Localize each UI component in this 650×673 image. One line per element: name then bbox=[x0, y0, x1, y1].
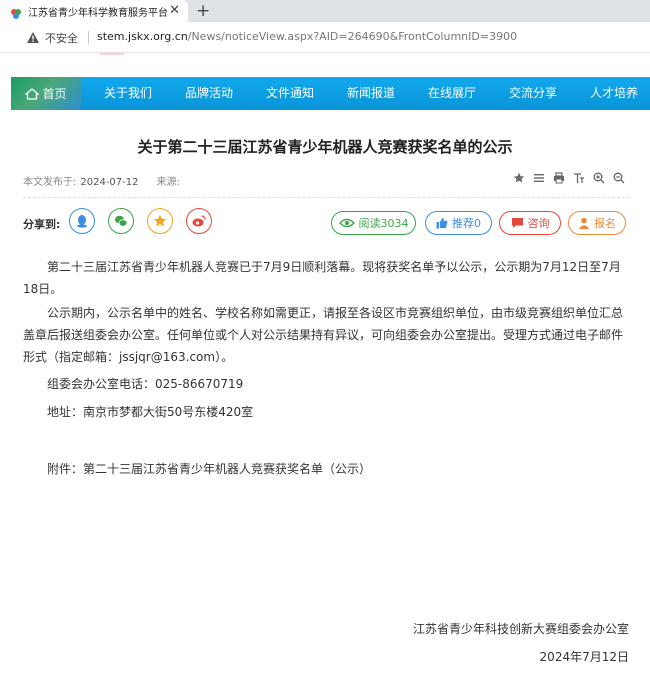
qzone-star-icon bbox=[153, 214, 167, 227]
article-paragraph: 附件：第二十三届江苏省青少年机器人竞赛获奖名单（公示） bbox=[23, 458, 630, 480]
eye-icon bbox=[338, 218, 355, 228]
nav-item-label: 首页 bbox=[42, 87, 67, 101]
thumbs-up-icon bbox=[436, 217, 448, 229]
star-icon[interactable] bbox=[513, 172, 525, 184]
security-label[interactable]: 不安全 bbox=[45, 30, 78, 46]
signup-label: 报名 bbox=[594, 217, 616, 230]
share-label: 分享到: bbox=[23, 218, 61, 231]
browser-tab-bar: 江苏省青少年科学教育服务平台 ✕ + bbox=[0, 0, 650, 22]
nav-item-home[interactable]: 首页 bbox=[11, 77, 81, 110]
banner-remnant bbox=[100, 52, 124, 55]
contact-address: 地址：南京市梦都大街50号东楼420室 bbox=[47, 405, 254, 419]
nav-item-exhibition[interactable]: 在线展厅 bbox=[428, 77, 476, 110]
recommend-label: 推荐0 bbox=[452, 217, 481, 230]
consult-button[interactable]: 咨询 bbox=[499, 211, 561, 235]
article-tools bbox=[513, 172, 625, 184]
new-tab-icon[interactable]: + bbox=[196, 0, 210, 22]
divider bbox=[23, 197, 630, 198]
address-bar[interactable]: 不安全 stem.jskx.org.cn/News/noticeView.asp… bbox=[0, 22, 650, 53]
close-tab-icon[interactable]: ✕ bbox=[169, 3, 180, 18]
signup-button[interactable]: 报名 bbox=[568, 211, 626, 235]
article-paragraph: 公示期内，公示名单中的姓名、学校名称如需更正，请报至各设区市竞赛组织单位，由市级… bbox=[23, 302, 630, 368]
home-icon bbox=[25, 87, 40, 100]
divider bbox=[88, 31, 89, 44]
article-paragraph: 组委会办公室电话：025-86670719 bbox=[23, 373, 630, 395]
paragraph-text: 第二十三届江苏省青少年机器人竞赛已于7月9日顺利落幕。现将获奖名单予以公示，公示… bbox=[23, 260, 621, 296]
url-text[interactable]: stem.jskx.org.cn/News/noticeView.aspx?AI… bbox=[97, 30, 517, 43]
tab-title: 江苏省青少年科学教育服务平台 bbox=[28, 7, 168, 19]
browser-tab[interactable]: 江苏省青少年科学教育服务平台 ✕ bbox=[0, 0, 188, 22]
attachment-link[interactable]: 附件：第二十三届江苏省青少年机器人竞赛获奖名单（公示） bbox=[23, 458, 630, 480]
page-title: 关于第二十三届江苏省青少年机器人竞赛获奖名单的公示 bbox=[137, 138, 513, 156]
url-host: stem.jskx.org.cn bbox=[97, 30, 188, 43]
published-date: 2024-07-12 bbox=[80, 177, 139, 188]
url-path: /News/noticeView.aspx?AID=264690&FrontCo… bbox=[187, 30, 518, 43]
text-size-icon[interactable] bbox=[573, 172, 585, 184]
article-paragraph: 第二十三届江苏省青少年机器人竞赛已于7月9日顺利落幕。现将获奖名单予以公示，公示… bbox=[23, 256, 630, 300]
user-icon bbox=[578, 217, 590, 229]
share-qq-button[interactable] bbox=[69, 208, 95, 234]
consult-label: 咨询 bbox=[527, 217, 550, 230]
source-label: 来源: bbox=[156, 177, 180, 188]
nav-item-about[interactable]: 关于我们 bbox=[104, 77, 152, 110]
chat-icon bbox=[511, 218, 523, 228]
signature-date: 2024年7月12日 bbox=[539, 650, 629, 664]
weibo-icon bbox=[192, 215, 206, 227]
article-meta: 本文发布于: 2024-07-12 来源: bbox=[23, 173, 180, 188]
qq-icon bbox=[77, 215, 87, 228]
share-wechat-button[interactable] bbox=[108, 208, 134, 234]
site-nav: 首页 关于我们 品牌活动 文件通知 新闻报道 在线展厅 交流分享 人才培养 bbox=[11, 77, 650, 110]
share-qzone-button[interactable] bbox=[147, 208, 173, 234]
nav-item-talent[interactable]: 人才培养 bbox=[590, 77, 638, 110]
article-paragraph: 地址：南京市梦都大街50号东楼420室 bbox=[23, 401, 630, 423]
nav-item-brand-activities[interactable]: 品牌活动 bbox=[185, 77, 233, 110]
contact-phone: 组委会办公室电话：025-86670719 bbox=[47, 377, 244, 391]
reads-label: 阅读3034 bbox=[358, 217, 409, 230]
share-weibo-button[interactable] bbox=[186, 208, 212, 234]
paragraph-text: 公示期内，公示名单中的姓名、学校名称如需更正，请报至各设区市竞赛组织单位，由市级… bbox=[23, 306, 624, 364]
print-icon[interactable] bbox=[553, 172, 565, 184]
published-label: 本文发布于: bbox=[23, 177, 77, 188]
site-favicon-icon bbox=[10, 5, 22, 19]
list-icon[interactable] bbox=[533, 172, 545, 184]
nav-item-news[interactable]: 新闻报道 bbox=[347, 77, 395, 110]
zoom-in-icon[interactable] bbox=[593, 172, 605, 184]
wechat-icon bbox=[115, 215, 128, 227]
zoom-out-icon[interactable] bbox=[613, 172, 625, 184]
warning-icon[interactable] bbox=[26, 30, 40, 44]
reads-counter: 阅读3034 bbox=[331, 211, 416, 235]
signature-org: 江苏省青少年科技创新大赛组委会办公室 bbox=[412, 622, 629, 636]
nav-item-notices[interactable]: 文件通知 bbox=[266, 77, 314, 110]
recommend-button[interactable]: 推荐0 bbox=[425, 211, 492, 235]
nav-item-sharing[interactable]: 交流分享 bbox=[509, 77, 557, 110]
